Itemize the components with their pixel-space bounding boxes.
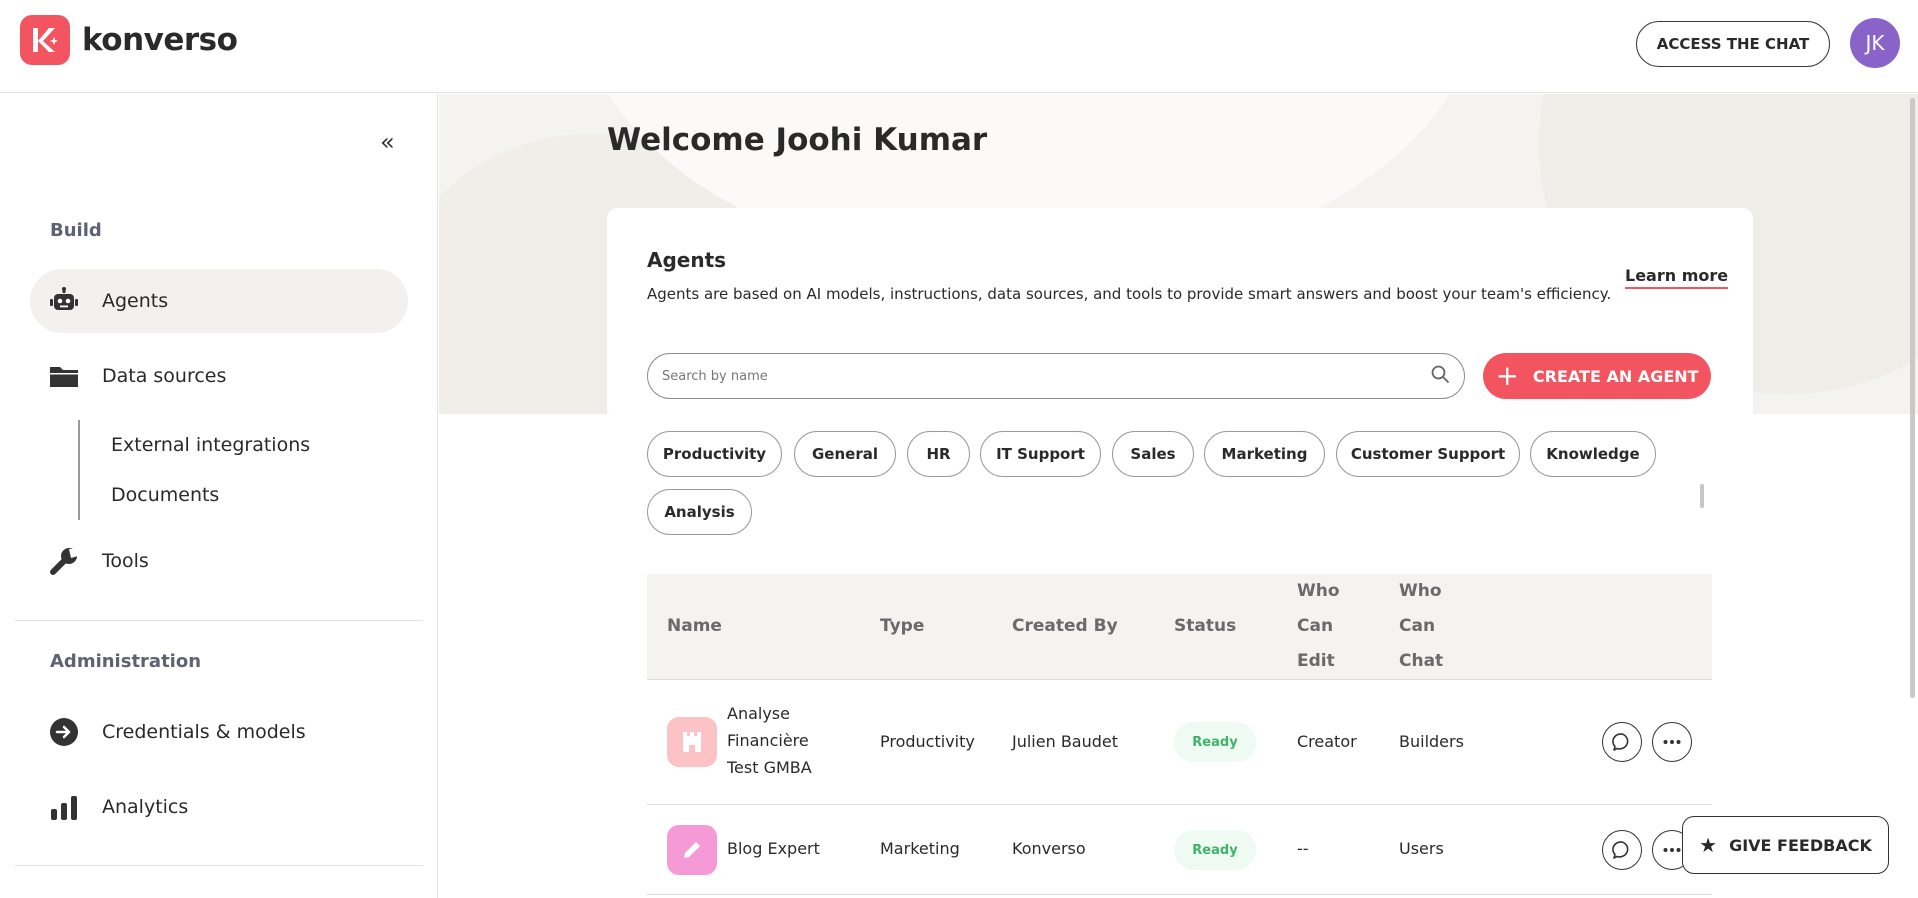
- agent-who-can-edit: --: [1297, 839, 1309, 858]
- sidebar: « Build Agents Data sources External int…: [0, 94, 438, 898]
- agent-created-by: Konverso: [1012, 839, 1086, 858]
- column-header-created-by[interactable]: Created By: [1012, 609, 1118, 644]
- agent-name[interactable]: Analyse Financière Test GMBA: [727, 700, 812, 781]
- sidebar-item-analytics[interactable]: Analytics: [30, 775, 408, 839]
- column-header-status[interactable]: Status: [1174, 609, 1236, 644]
- agent-created-by: Julien Baudet: [1012, 732, 1119, 751]
- bar-chart-icon: [48, 791, 80, 823]
- column-header-who-can-edit[interactable]: Who Can Edit: [1297, 574, 1340, 679]
- plus-icon: +: [1495, 359, 1519, 392]
- give-feedback-label: GIVE FEEDBACK: [1729, 835, 1872, 855]
- sidebar-item-tools[interactable]: Tools: [30, 529, 408, 593]
- agents-title: Agents: [647, 248, 727, 272]
- castle-icon: [667, 717, 717, 767]
- access-chat-button[interactable]: ACCESS THE CHAT: [1636, 21, 1830, 67]
- category-chip-marketing[interactable]: Marketing: [1204, 431, 1325, 477]
- category-chip-hr[interactable]: HR: [907, 431, 970, 477]
- category-chip-sales[interactable]: Sales: [1112, 431, 1194, 477]
- agent-name[interactable]: Blog Expert: [727, 839, 820, 858]
- star-icon: ★: [1699, 833, 1718, 857]
- agent-who-can-edit: Creator: [1297, 732, 1357, 751]
- category-chip-general[interactable]: General: [794, 431, 896, 477]
- column-header-type[interactable]: Type: [880, 609, 924, 644]
- category-chip-knowledge[interactable]: Knowledge: [1530, 431, 1656, 477]
- create-agent-label: CREATE AN AGENT: [1532, 366, 1699, 386]
- status-badge: Ready: [1174, 722, 1256, 762]
- more-icon: [1663, 740, 1681, 744]
- category-chip-it-support[interactable]: IT Support: [980, 431, 1101, 477]
- table-row[interactable]: Blog Expert Marketing Konverso Ready -- …: [647, 805, 1712, 895]
- page-scrollbar[interactable]: [1910, 98, 1915, 698]
- section-title-administration: Administration: [50, 651, 202, 672]
- chat-button[interactable]: [1602, 722, 1642, 762]
- sidebar-item-label: Analytics: [102, 796, 189, 818]
- agent-who-can-chat: Builders: [1399, 732, 1464, 751]
- pencil-icon: [667, 825, 717, 875]
- chat-button[interactable]: [1602, 830, 1642, 870]
- chat-bubble-icon: [1612, 841, 1629, 859]
- agents-card: Agents Agents are based on AI models, in…: [607, 208, 1753, 898]
- sidebar-item-label: Tools: [102, 550, 149, 572]
- konverso-logo[interactable]: konverso: [20, 15, 238, 65]
- give-feedback-button[interactable]: ★ GIVE FEEDBACK: [1682, 816, 1889, 874]
- agent-type: Marketing: [880, 839, 960, 858]
- agents-description: Agents are based on AI models, instructi…: [647, 285, 1612, 303]
- sidebar-item-data-sources[interactable]: Data sources: [30, 344, 408, 408]
- brand-name: konverso: [82, 22, 238, 58]
- sidebar-divider: [15, 865, 423, 866]
- more-options-button[interactable]: [1652, 722, 1692, 762]
- sidebar-item-agents[interactable]: Agents: [30, 269, 408, 333]
- robot-icon: [48, 285, 80, 317]
- more-icon: [1663, 848, 1681, 852]
- user-avatar[interactable]: JK: [1850, 18, 1900, 68]
- table-scrollbar[interactable]: [1700, 484, 1704, 508]
- top-bar: konverso ACCESS THE CHAT JK: [0, 0, 1918, 93]
- create-agent-button[interactable]: + CREATE AN AGENT: [1483, 353, 1711, 399]
- welcome-heading: Welcome Joohi Kumar: [607, 122, 988, 158]
- learn-more-link[interactable]: Learn more: [1625, 266, 1729, 289]
- logo-mark-icon: [20, 15, 70, 65]
- search-placeholder: Search by name: [662, 368, 768, 384]
- submenu-line: [78, 420, 80, 520]
- agent-who-can-chat: Users: [1399, 839, 1444, 858]
- collapse-sidebar-icon[interactable]: «: [380, 128, 395, 156]
- search-input[interactable]: Search by name: [647, 353, 1465, 399]
- login-arrow-icon: [48, 716, 80, 748]
- column-header-name[interactable]: Name: [667, 609, 722, 644]
- category-chip-productivity[interactable]: Productivity: [647, 431, 782, 477]
- table-header: Name Type Created By Status Who Can Edit…: [647, 574, 1712, 680]
- section-title-build: Build: [50, 220, 102, 241]
- category-chip-customer-support[interactable]: Customer Support: [1336, 431, 1520, 477]
- sidebar-item-documents[interactable]: Documents: [111, 484, 219, 506]
- folder-icon: [48, 360, 80, 392]
- sidebar-item-label: Agents: [102, 290, 169, 312]
- sidebar-item-credentials-models[interactable]: Credentials & models: [30, 700, 408, 764]
- table-row[interactable]: Analyse Financière Test GMBA Productivit…: [647, 680, 1712, 805]
- status-badge: Ready: [1174, 830, 1256, 870]
- category-chip-analysis[interactable]: Analysis: [647, 489, 752, 535]
- sidebar-divider: [15, 620, 423, 621]
- sidebar-item-external-integrations[interactable]: External integrations: [111, 434, 310, 456]
- sidebar-item-label: Credentials & models: [102, 721, 306, 743]
- wrench-icon: [48, 545, 80, 577]
- main-content: Welcome Joohi Kumar Agents Agents are ba…: [439, 94, 1918, 898]
- column-header-who-can-chat[interactable]: Who Can Chat: [1399, 574, 1443, 679]
- agents-table: Name Type Created By Status Who Can Edit…: [647, 574, 1712, 895]
- search-icon[interactable]: [1430, 364, 1450, 388]
- agent-type: Productivity: [880, 732, 975, 751]
- sidebar-item-label: Data sources: [102, 365, 227, 387]
- chat-bubble-icon: [1612, 733, 1629, 751]
